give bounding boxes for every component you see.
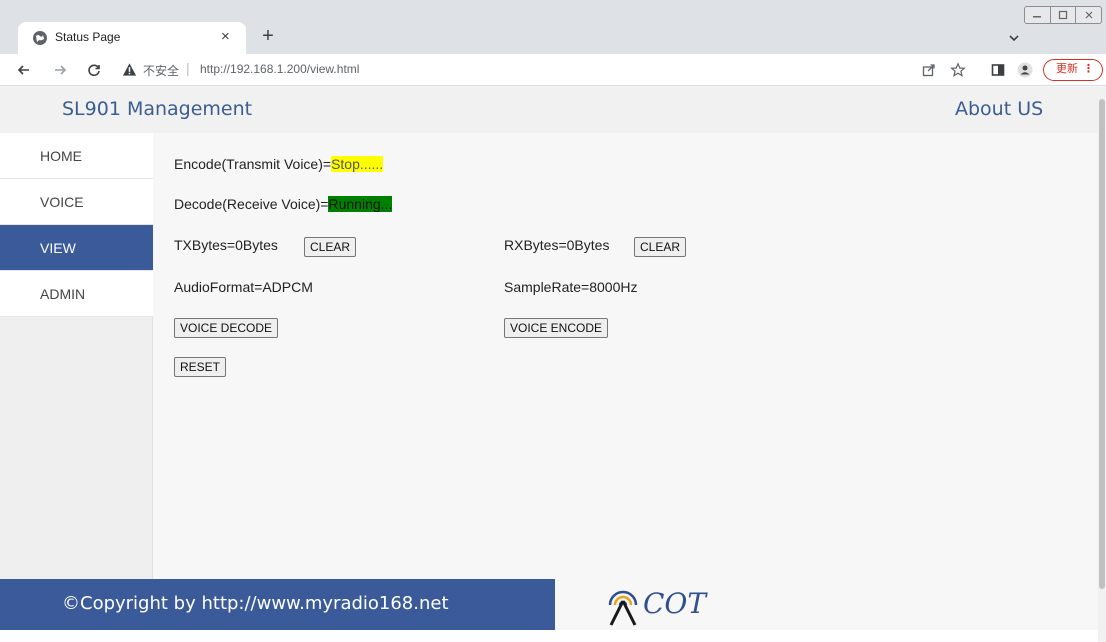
minimize-button[interactable] [1025,7,1051,23]
window-controls [1024,6,1102,24]
tab-close-button[interactable]: × [221,27,230,47]
update-label: 更新 [1056,63,1078,75]
antenna-logo-icon [608,590,638,626]
footer-spacer [0,630,1098,642]
star-icon[interactable] [950,62,966,78]
sidebar-item-admin[interactable]: ADMIN [0,271,153,317]
side-panel-icon[interactable] [990,62,1006,78]
address-bar[interactable]: http://192.168.1.200/view.html [200,62,359,76]
cot-logo: COT [605,583,745,627]
update-button[interactable]: 更新 ⋮ [1043,59,1103,81]
maximize-button[interactable] [1051,7,1077,23]
warning-icon[interactable] [122,62,137,77]
maximize-icon [1058,10,1068,20]
security-label: 不安全 [143,64,180,78]
encode-status: Encode(Transmit Voice)=Stop...... [174,156,384,172]
voice-decode-button[interactable]: VOICE DECODE [174,318,279,338]
page-scrollbar[interactable]: ▲ ▼ [1098,87,1106,642]
forward-button[interactable] [50,60,70,80]
sidebar-item-voice[interactable]: VOICE [0,179,153,225]
back-button[interactable] [14,60,34,80]
status-panel: Encode(Transmit Voice)=Stop...... Decode… [154,133,1098,579]
address-separator: | [186,60,190,76]
chevron-down-icon[interactable] [1006,30,1022,46]
site-footer: ©Copyright by http://www.myradio168.net … [0,579,1098,642]
close-icon [1085,11,1093,19]
encode-value: Stop...... [331,156,384,172]
sidebar-nav: HOME VOICE VIEW ADMIN [0,133,153,579]
scrollbar-thumb[interactable] [1099,99,1105,589]
globe-icon [33,31,47,45]
site-header: SL901 Management About US [0,87,1098,133]
share-icon[interactable] [921,62,937,78]
new-tab-button[interactable]: + [258,24,278,48]
profile-icon[interactable] [1017,62,1033,78]
tab-title: Status Page [55,30,121,44]
arrow-right-icon [55,65,67,75]
web-content: SL901 Management About US HOME VOICE VIE… [0,87,1098,642]
decode-status: Decode(Receive Voice)=Running... [174,196,393,212]
browser-toolbar: 不安全 | http://192.168.1.200/view.html 更新 … [0,54,1106,86]
arrow-left-icon [17,65,29,75]
copyright-text: ©Copyright by http://www.myradio168.net [62,593,449,614]
tx-bytes: TXBytes=0Bytes [174,237,278,253]
sidebar-item-home[interactable]: HOME [0,133,153,179]
sidebar-item-view[interactable]: VIEW [0,225,153,271]
encode-label: Encode(Transmit Voice)= [174,156,332,172]
browser-tab-strip: Status Page × + [0,0,1106,54]
audio-format: AudioFormat=ADPCM [174,279,313,295]
minimize-icon [1033,16,1042,18]
close-window-button[interactable] [1076,7,1101,23]
reset-button[interactable]: RESET [174,357,227,377]
reload-icon [88,64,100,77]
voice-encode-button[interactable]: VOICE ENCODE [504,318,609,338]
more-menu-icon[interactable]: ⋮ [1083,60,1094,79]
site-title: SL901 Management [62,98,253,120]
clear-rx-button[interactable]: CLEAR [634,237,687,257]
decode-value: Running... [328,196,393,212]
clear-tx-button[interactable]: CLEAR [304,237,357,257]
about-us-link[interactable]: About US [955,98,1043,120]
rx-bytes: RXBytes=0Bytes [504,237,610,253]
logo-text: COT [643,587,707,620]
reload-button[interactable] [84,60,104,80]
footer-bar: ©Copyright by http://www.myradio168.net [0,579,555,630]
sample-rate: SampleRate=8000Hz [504,279,638,295]
browser-tab[interactable]: Status Page × [18,22,246,54]
decode-label: Decode(Receive Voice)= [174,196,329,212]
